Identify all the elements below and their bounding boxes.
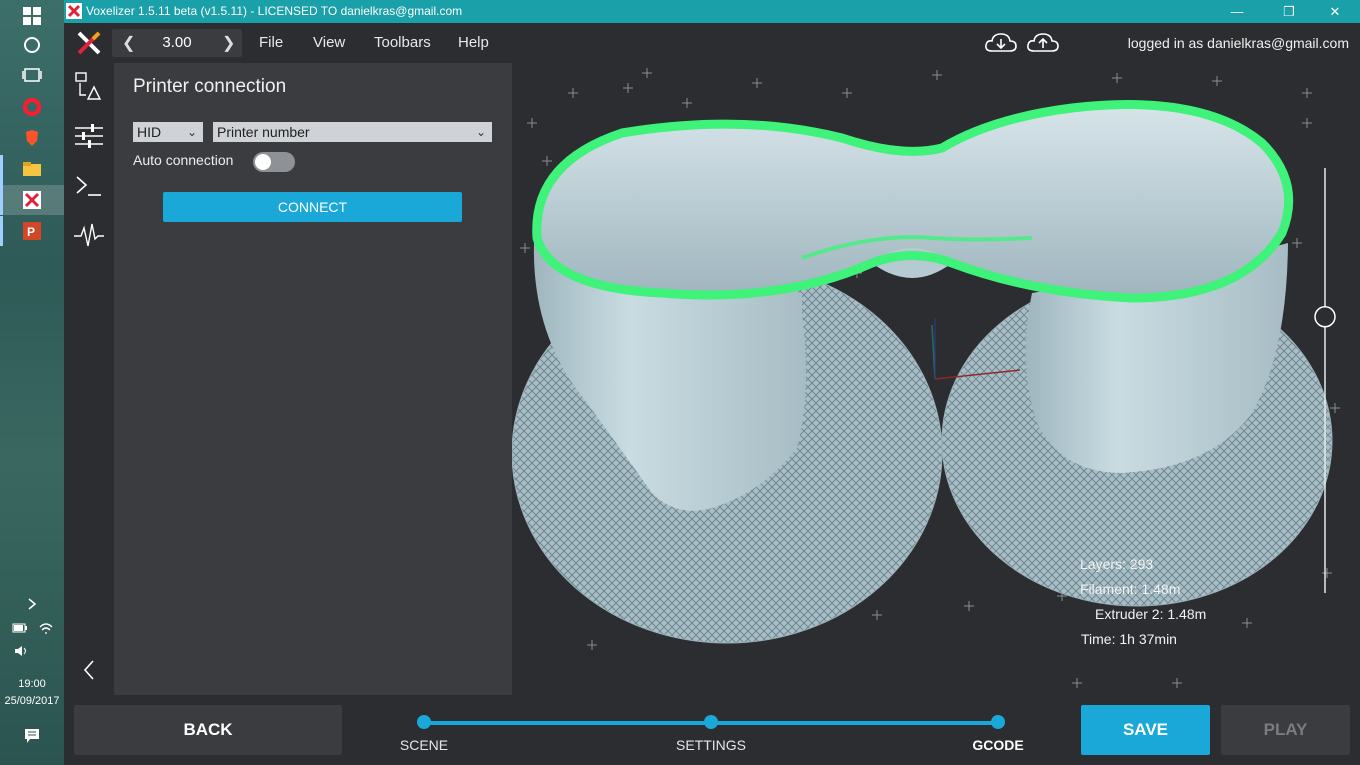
system-clock[interactable]: 19:00 25/09/2017 xyxy=(0,676,64,710)
cloud-download-icon[interactable] xyxy=(984,31,1018,60)
panel-title: Printer connection xyxy=(133,76,287,97)
extruder-stat: Extruder 2: 1.48m xyxy=(1095,606,1207,622)
menu-help[interactable]: Help xyxy=(458,34,489,51)
chevron-down-icon: ⌄ xyxy=(186,125,197,139)
printer-number-placeholder: Printer number xyxy=(217,124,310,140)
layer-slider-thumb[interactable] xyxy=(1314,306,1336,328)
logged-in-user[interactable]: logged in as danielkras@gmail.com xyxy=(1128,35,1349,51)
protocol-value: HID xyxy=(137,124,162,140)
menu-toolbars[interactable]: Toolbars xyxy=(374,34,431,51)
cloud-upload-icon[interactable] xyxy=(1026,31,1060,60)
windows-start-icon[interactable] xyxy=(16,2,48,30)
zoom-stepper[interactable]: ❮ 3.00 ❯ xyxy=(112,29,242,57)
connect-button[interactable]: CONNECT xyxy=(163,192,462,222)
printer-connection-panel: Printer connection HID ⌄ Printer number … xyxy=(114,63,512,695)
shapes-tool-icon[interactable] xyxy=(72,69,106,103)
zoom-increase-icon[interactable]: ❯ xyxy=(222,33,235,53)
volume-icon[interactable] xyxy=(8,637,36,665)
menu-bar: ❮ 3.00 ❯ File View Toolbars Help logged … xyxy=(64,23,1360,63)
brave-icon[interactable] xyxy=(16,124,48,152)
collapse-panel-icon[interactable] xyxy=(72,653,106,687)
zoom-decrease-icon[interactable]: ❮ xyxy=(122,33,135,53)
auto-connection-label: Auto connection xyxy=(133,152,234,168)
window-titlebar[interactable]: Voxelizer 1.5.11 beta (v1.5.11) - LICENS… xyxy=(64,0,1360,23)
file-explorer-icon[interactable] xyxy=(16,155,48,183)
wifi-icon[interactable] xyxy=(34,614,58,642)
chevron-down-icon: ⌄ xyxy=(475,125,486,139)
pulse-monitor-icon[interactable] xyxy=(72,219,106,253)
tool-strip xyxy=(64,63,114,695)
step-gcode-dot[interactable] xyxy=(991,715,1005,729)
3d-viewport[interactable]: Layers: 293 Filament: 1.48m Extruder 2: … xyxy=(512,63,1360,695)
window-title: Voxelizer 1.5.11 beta (v1.5.11) - LICENS… xyxy=(86,4,463,18)
maximize-button[interactable]: ❐ xyxy=(1266,0,1312,23)
svg-text:P: P xyxy=(27,225,35,239)
powerpoint-icon[interactable]: P xyxy=(16,217,48,245)
voxelizer-logo-icon xyxy=(76,30,102,61)
printer-number-select[interactable]: Printer number ⌄ xyxy=(213,122,492,142)
zoom-value[interactable]: 3.00 xyxy=(150,34,204,51)
voxelizer-icon[interactable] xyxy=(16,186,48,214)
action-center-icon[interactable] xyxy=(16,722,48,750)
cortana-icon[interactable] xyxy=(16,31,48,59)
settings-sliders-icon[interactable] xyxy=(72,119,106,153)
bottom-bar: BACK SCENE SETTINGS GCODE SAVE PLAY xyxy=(64,695,1360,765)
step-settings-label[interactable]: SETTINGS xyxy=(661,737,761,753)
step-settings-dot[interactable] xyxy=(704,715,718,729)
step-gcode-label[interactable]: GCODE xyxy=(948,737,1048,753)
step-scene-dot[interactable] xyxy=(417,715,431,729)
time-stat: Time: 1h 37min xyxy=(1081,631,1177,647)
clock-time: 19:00 xyxy=(18,678,46,690)
app-logo-icon xyxy=(66,3,82,24)
play-button[interactable]: PLAY xyxy=(1221,705,1350,755)
windows-taskbar: P 19:00 25/09/2017 xyxy=(0,0,64,765)
opera-icon[interactable] xyxy=(16,93,48,121)
menu-view[interactable]: View xyxy=(313,34,345,51)
auto-connection-toggle[interactable] xyxy=(253,152,295,172)
save-button[interactable]: SAVE xyxy=(1081,705,1210,755)
back-button[interactable]: BACK xyxy=(74,705,342,755)
close-button[interactable]: ✕ xyxy=(1312,0,1358,23)
console-icon[interactable] xyxy=(72,169,106,203)
toggle-knob xyxy=(255,154,271,170)
step-scene-label[interactable]: SCENE xyxy=(374,737,474,753)
layers-stat: Layers: 293 xyxy=(1080,556,1154,572)
menu-file[interactable]: File xyxy=(259,34,283,51)
model-render xyxy=(512,68,1340,688)
clock-date: 25/09/2017 xyxy=(4,695,60,707)
minimize-button[interactable]: — xyxy=(1214,0,1260,23)
filament-stat: Filament: 1.48m xyxy=(1080,581,1181,597)
protocol-select[interactable]: HID ⌄ xyxy=(133,122,203,142)
task-view-icon[interactable] xyxy=(16,61,48,89)
